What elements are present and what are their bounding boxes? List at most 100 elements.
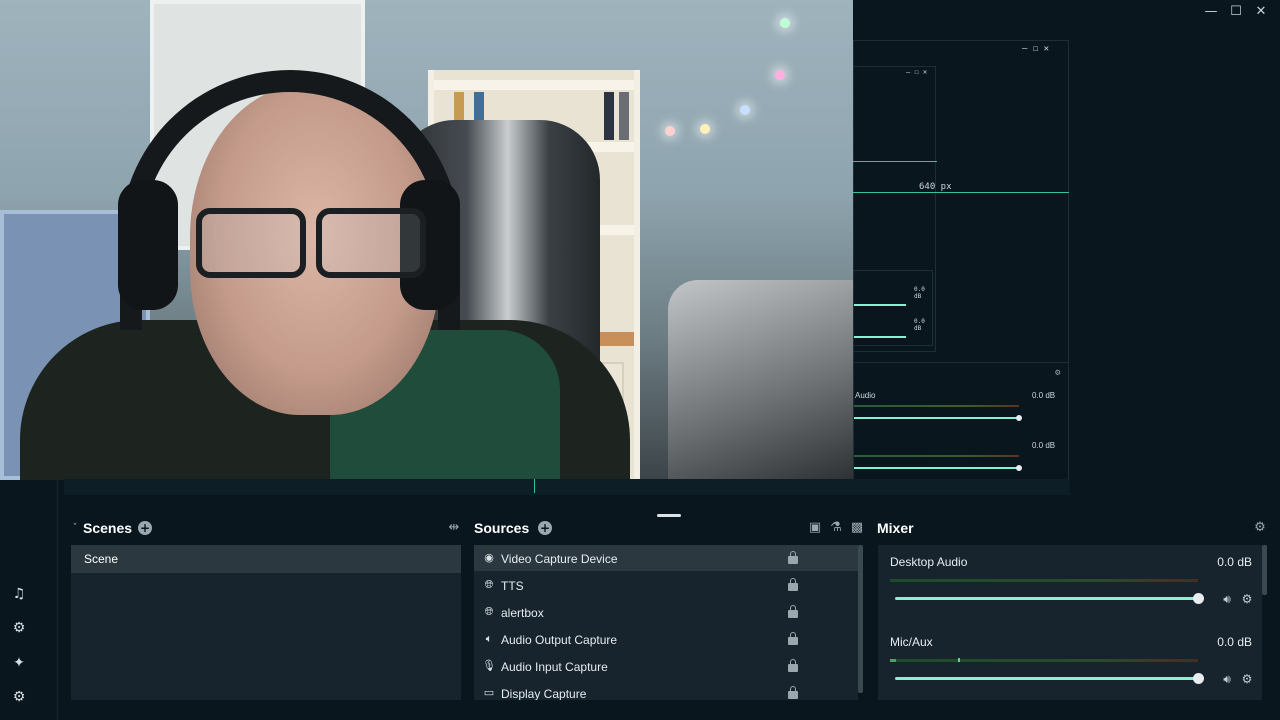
source-row[interactable]: ◉ Video Capture Device xyxy=(474,545,858,571)
audio-level-meter xyxy=(890,579,1198,582)
resolution-label: 640 px xyxy=(919,182,952,192)
source-row[interactable]: 🌐︎ TTS xyxy=(474,572,858,598)
lock-icon[interactable] xyxy=(788,632,798,645)
source-label: Display Capture xyxy=(501,687,587,700)
audio-level-fill xyxy=(890,659,897,662)
glasses-lens xyxy=(316,208,426,278)
side-mixer-slider xyxy=(854,417,1019,419)
lock-icon[interactable] xyxy=(788,659,798,672)
gear-icon[interactable]: ⚙ xyxy=(1240,592,1254,606)
scenes-list: Scene xyxy=(71,545,461,700)
webcam-icon: ◉ xyxy=(484,551,494,564)
mixer-channel-db: 0.0 dB xyxy=(1217,635,1252,649)
mixer-channel-name: Mic/Aux xyxy=(890,635,933,649)
mini-volume-slider xyxy=(854,336,906,338)
string-light xyxy=(665,126,675,136)
nested-window-controls: – ☐ ✕ xyxy=(1022,44,1050,54)
mini-volume-slider xyxy=(854,304,906,306)
mini-db-label: 0.0 dB xyxy=(914,286,925,300)
gear-icon: ⚙ xyxy=(1055,368,1061,378)
source-row[interactable]: 🔈︎ Audio Output Capture xyxy=(474,626,858,652)
side-mixer-knob xyxy=(1016,465,1022,471)
maximize-icon[interactable]: ☐ xyxy=(1228,4,1244,20)
audio-level-meter xyxy=(890,659,1198,662)
mixer-scrollbar[interactable] xyxy=(1262,545,1267,595)
bed xyxy=(668,280,853,480)
scene-item-label: Scene xyxy=(84,552,119,566)
microphone-icon: 🎙︎ xyxy=(482,659,496,672)
panel-resize-handle[interactable] xyxy=(657,514,681,517)
nested-mini-mixer: 0.0 dB 0.0 dB xyxy=(853,270,933,346)
speaker-icon: 🔈︎ xyxy=(485,632,493,645)
speaker-icon[interactable]: 🔊︎ xyxy=(1220,592,1234,606)
scene-item[interactable]: Scene xyxy=(71,545,461,573)
sources-title: Sources xyxy=(474,520,530,536)
volume-slider[interactable] xyxy=(895,677,1198,680)
add-folder-icon[interactable]: ▩ xyxy=(850,521,864,535)
mixer-channel-db: 0.0 dB xyxy=(1217,555,1252,569)
lock-icon[interactable] xyxy=(788,605,798,618)
minimize-icon[interactable]: — xyxy=(1203,4,1219,20)
mixer-settings-icon[interactable]: ⚙ xyxy=(1253,521,1267,535)
source-row[interactable]: 🎙︎ Audio Input Capture xyxy=(474,653,858,679)
editor-area: — ☐ ✕ – ☐ ✕ – ☐ ✕ 640 px 0.0 dB 0.0 dB ⚙… xyxy=(0,0,1280,508)
string-light xyxy=(740,105,750,115)
source-label: Video Capture Device xyxy=(501,552,618,566)
string-light xyxy=(780,18,790,28)
settings-icon[interactable]: ⚙ xyxy=(10,688,28,706)
mini-db-label: 0.0 dB xyxy=(914,318,925,332)
source-visibility-icon[interactable]: ⚗ xyxy=(829,521,843,535)
lock-icon[interactable] xyxy=(788,686,798,699)
lock-icon[interactable] xyxy=(788,578,798,591)
studio-timeline-bar xyxy=(64,479,1070,495)
source-label: alertbox xyxy=(501,606,544,620)
gear-icon[interactable]: ⚙ xyxy=(1240,672,1254,686)
mixer-panel: Desktop Audio 0.0 dB 🔊︎ ⚙ Mic/Aux 0.0 dB… xyxy=(878,545,1262,700)
nested-side-mixer: ⚙ Audio 0.0 dB 0.0 dB xyxy=(853,362,1069,480)
source-row[interactable]: 🌐︎ alertbox xyxy=(474,599,858,625)
side-mixer-meter xyxy=(854,405,1019,407)
left-nav: ♫ ⚙ ✦ ⚙ xyxy=(0,480,58,720)
side-mixer-knob xyxy=(1016,415,1022,421)
string-light xyxy=(700,124,710,134)
volume-slider[interactable] xyxy=(895,597,1198,600)
source-row[interactable]: ▭ Display Capture xyxy=(474,680,858,700)
speaker-icon[interactable]: 🔊︎ xyxy=(1220,672,1234,686)
side-mixer-slider xyxy=(854,467,1019,469)
ai-highlighter-icon[interactable]: ✦ xyxy=(10,654,28,672)
guide-line xyxy=(853,192,1069,193)
lock-icon[interactable] xyxy=(788,551,798,564)
collapse-chevron-icon[interactable]: ˅ xyxy=(70,521,80,535)
globe-icon: 🌐︎ xyxy=(484,605,494,618)
guide-line xyxy=(853,161,937,162)
peak-indicator xyxy=(958,658,960,662)
add-scene-button[interactable]: + xyxy=(138,521,152,535)
title-bar: — ☐ ✕ xyxy=(853,0,1280,24)
layout-editor-icon[interactable]: ⚙ xyxy=(10,619,28,637)
source-label: Audio Output Capture xyxy=(501,633,618,647)
glasses-lens xyxy=(196,208,306,278)
headphone-ear xyxy=(118,180,178,310)
add-source-button[interactable]: + xyxy=(538,521,552,535)
string-light xyxy=(775,70,785,80)
side-mixer-meter xyxy=(854,455,1019,457)
mixer-channel-name: Desktop Audio xyxy=(890,555,968,569)
globe-icon: 🌐︎ xyxy=(484,578,494,591)
side-mixer-channel-name: Audio xyxy=(855,391,876,400)
side-mixer-db: 0.0 dB xyxy=(1032,391,1056,400)
selective-recording-icon[interactable]: ▣ xyxy=(808,521,822,535)
nested-inner-controls: – ☐ ✕ xyxy=(906,68,928,76)
scenes-title: Scenes xyxy=(83,520,133,536)
volume-slider-knob[interactable] xyxy=(1193,673,1204,684)
monitor-icon: ▭ xyxy=(483,686,495,699)
sources-list: ◉ Video Capture Device 🌐︎ TTS 🌐︎ alertbo… xyxy=(474,545,858,700)
source-label: TTS xyxy=(501,579,524,593)
close-icon[interactable]: ✕ xyxy=(1253,4,1269,20)
webcam-video-feed xyxy=(0,0,853,480)
studio-mode-icon[interactable]: ♫ xyxy=(10,585,28,603)
volume-slider-knob[interactable] xyxy=(1193,593,1204,604)
sources-scrollbar[interactable] xyxy=(858,545,863,693)
transition-settings-icon[interactable]: ⇹ xyxy=(446,521,462,535)
mixer-title: Mixer xyxy=(877,520,914,536)
side-mixer-db: 0.0 dB xyxy=(1032,441,1056,450)
